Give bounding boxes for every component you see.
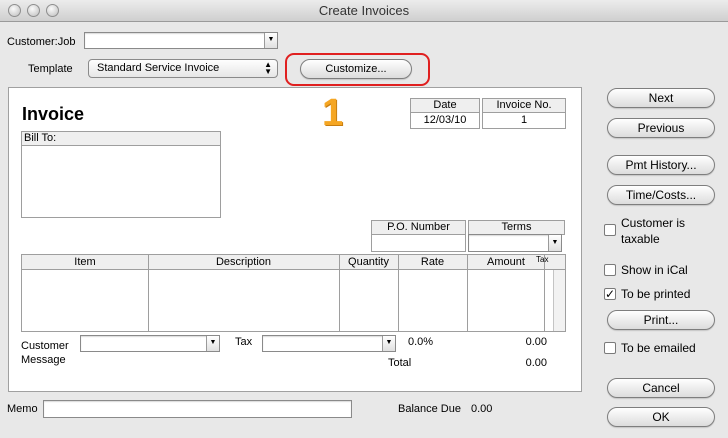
po-number-header: P.O. Number [371, 220, 466, 235]
date-header: Date [410, 98, 480, 113]
tax-amount-value: 0.00 [525, 336, 547, 348]
ok-button[interactable]: OK [607, 407, 715, 427]
chevron-down-icon: ▼ [548, 235, 561, 251]
balance-due-value: 0.00 [471, 403, 493, 415]
tax-item-dropdown[interactable]: ▼ [262, 335, 396, 352]
tax-rate-value: 0.0% [408, 336, 434, 348]
tax-column-header: Tax [536, 255, 549, 264]
customer-message-dropdown[interactable]: ▼ [80, 335, 220, 352]
template-label: Template [28, 63, 73, 75]
show-in-ical-checkbox[interactable] [604, 264, 616, 276]
time-costs-button[interactable]: Time/Costs... [607, 185, 715, 205]
memo-label: Memo [7, 403, 38, 415]
quantity-column-header: Quantity [348, 256, 389, 268]
po-number-field[interactable] [371, 234, 466, 252]
memo-field[interactable] [43, 400, 352, 418]
customize-button[interactable]: Customize... [300, 59, 412, 79]
show-in-ical-label: Show in iCal [621, 263, 688, 277]
terms-header: Terms [468, 220, 565, 235]
updown-icon: ▲ ▼ [264, 60, 272, 76]
invoice-no-field[interactable]: 1 [482, 112, 566, 129]
line-items-table[interactable]: Item Description Quantity Rate Amount Ta… [21, 254, 566, 332]
date-field[interactable]: 12/03/10 [410, 112, 480, 129]
checkmark-icon: ✓ [605, 287, 616, 301]
customer-taxable-label: Customer is taxable [621, 216, 686, 246]
print-button[interactable]: Print... [607, 310, 715, 330]
terms-dropdown[interactable]: ▼ [468, 234, 562, 252]
bill-to-label: Bill To: [22, 132, 220, 146]
previous-button[interactable]: Previous [607, 118, 715, 138]
bill-to-box[interactable]: Bill To: [21, 131, 221, 218]
customer-job-dropdown[interactable]: ▼ [84, 32, 278, 49]
to-be-printed-label: To be printed [621, 287, 691, 301]
pmt-history-button[interactable]: Pmt History... [607, 155, 715, 175]
customer-message-label: Customer Message [21, 340, 69, 366]
to-be-emailed-label: To be emailed [621, 341, 696, 355]
invoice-no-header: Invoice No. [482, 98, 566, 113]
step-marker: 1 [322, 92, 344, 134]
customer-job-label: Customer:Job [7, 36, 76, 48]
item-column-header: Item [74, 256, 96, 268]
tax-label: Tax [235, 336, 253, 348]
next-button[interactable]: Next [607, 88, 715, 108]
chevron-down-icon: ▼ [206, 336, 219, 351]
customer-taxable-checkbox[interactable] [604, 224, 616, 236]
total-label: Total [388, 357, 412, 369]
to-be-printed-checkbox[interactable]: ✓ [604, 288, 616, 300]
rate-column-header: Rate [420, 256, 445, 268]
to-be-emailed-checkbox[interactable] [604, 342, 616, 354]
amount-column-header: Amount [487, 256, 525, 268]
window-title: Create Invoices [318, 3, 410, 18]
cancel-button[interactable]: Cancel [607, 378, 715, 398]
template-value: Standard Service Invoice [97, 62, 220, 74]
balance-due-label: Balance Due [398, 403, 461, 415]
chevron-down-icon: ▼ [264, 33, 277, 48]
chevron-down-icon: ▼ [382, 336, 395, 351]
table-scrollbar[interactable] [553, 270, 565, 331]
invoice-title: Invoice [22, 104, 85, 124]
description-column-header: Description [215, 256, 272, 268]
template-popup[interactable]: Standard Service Invoice ▲ ▼ [88, 59, 278, 78]
total-value: 0.00 [525, 357, 547, 369]
